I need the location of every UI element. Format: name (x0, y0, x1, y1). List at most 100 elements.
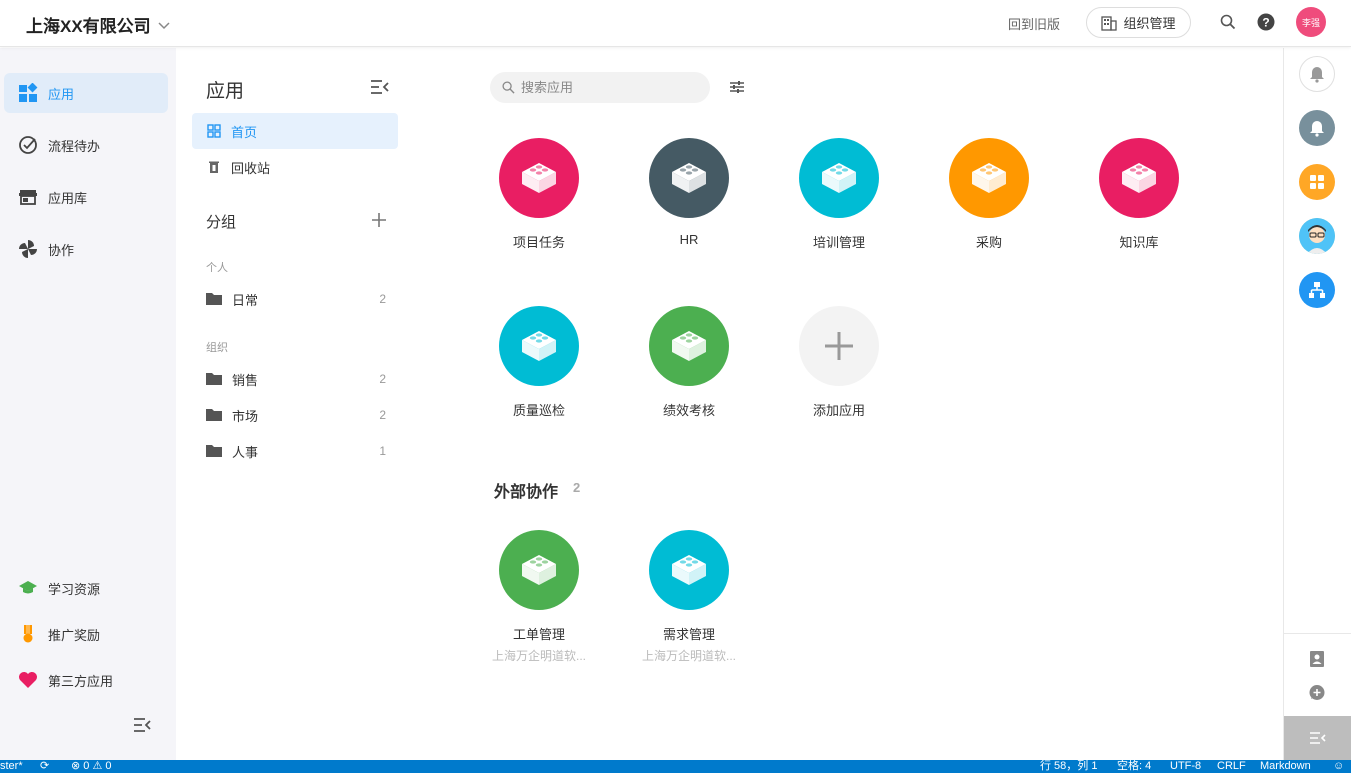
status-branch[interactable]: ster* (0, 760, 23, 773)
collapse-icon (1310, 732, 1326, 744)
collapse-sidebar-icon[interactable] (132, 715, 152, 735)
main-content: 项目任务 HR 培训管理 采购 知识库质量巡检 绩效考核 添加应用 外部协作 2 工单管理… (414, 48, 1283, 760)
external-app-tile[interactable]: 需求管理 上海万企明道软... (629, 530, 749, 664)
nav-item-label: 推广奖励 (48, 627, 101, 643)
chevron-down-icon (158, 21, 170, 29)
org-chart-icon (1309, 282, 1325, 298)
collapse-panel-icon[interactable] (370, 78, 390, 96)
nav-item-third-party-apps[interactable]: 第三方应用 (4, 660, 168, 700)
search-box[interactable] (490, 72, 710, 103)
personal-section-label: 个人 (206, 262, 228, 274)
app-tile[interactable]: 质量巡检 (479, 306, 599, 419)
app-name: 工单管理 (512, 627, 565, 642)
right-rail (1283, 48, 1351, 760)
apps-icon (19, 83, 38, 102)
back-to-old-version-link[interactable]: 回到旧版 (1008, 14, 1060, 33)
search-input[interactable] (521, 80, 691, 95)
app-tile[interactable]: 采购 (929, 138, 1049, 251)
company-name: 上海XX有限公司 (26, 17, 151, 36)
search-icon[interactable] (1218, 12, 1238, 32)
app-name: 项目任务 (512, 235, 565, 250)
app-name: 知识库 (1119, 235, 1159, 250)
app-name: 采购 (975, 235, 1002, 250)
status-language[interactable]: Markdown (1260, 760, 1311, 773)
plus-icon (825, 332, 853, 360)
contacts-icon[interactable] (1308, 650, 1326, 668)
app-name: 绩效考核 (662, 403, 715, 418)
external-app-tile[interactable]: 工单管理 上海万企明道软... (479, 530, 599, 664)
lego-brick-icon (1122, 163, 1156, 193)
help-icon[interactable]: ? (1256, 12, 1276, 32)
notification-toggle[interactable] (1299, 56, 1335, 92)
folder-icon (206, 293, 222, 305)
chat-add-icon[interactable] (1308, 684, 1326, 702)
app-name: 质量巡检 (512, 403, 565, 418)
nav-item-label: 应用 (48, 86, 75, 102)
folder-name: 市场 (232, 408, 259, 424)
folder-item[interactable]: 市场 2 (206, 405, 386, 425)
apps-shortcut-button[interactable] (1299, 164, 1335, 200)
graduation-cap-icon (19, 581, 37, 594)
panel-item-home[interactable]: 首页 (192, 113, 398, 149)
app-icon-circle (499, 138, 579, 218)
folder-count: 2 (379, 372, 386, 386)
nav-item-collaboration[interactable]: 协作 (4, 229, 168, 269)
user-avatar[interactable]: 李强 (1296, 7, 1326, 37)
lego-brick-icon (522, 331, 556, 361)
nav-item-app-library[interactable]: 应用库 (4, 177, 168, 217)
status-problems[interactable]: ⊗ 0 ⚠ 0 (71, 760, 111, 773)
app-name: 培训管理 (812, 235, 865, 250)
folder-name: 日常 (232, 292, 259, 308)
person-avatar-icon (1299, 218, 1335, 254)
rail-divider (1284, 633, 1351, 634)
bell-icon (1310, 121, 1324, 137)
app-icon-circle (499, 306, 579, 386)
add-group-icon[interactable] (371, 212, 387, 228)
org-manage-button[interactable]: 组织管理 (1086, 7, 1191, 38)
status-position[interactable]: 行 58，列 1 (1040, 760, 1097, 773)
grid-icon (1310, 175, 1324, 189)
status-indent[interactable]: 空格: 4 (1117, 760, 1151, 773)
check-circle-icon (19, 136, 37, 154)
medal-icon (23, 625, 33, 643)
grid-icon (207, 124, 221, 138)
building-icon (1101, 15, 1118, 31)
status-encoding[interactable]: UTF-8 (1170, 760, 1201, 773)
filter-settings-icon[interactable] (729, 79, 745, 95)
app-tile[interactable]: 绩效考核 (629, 306, 749, 419)
nav-item-workflow-todo[interactable]: 流程待办 (4, 125, 168, 165)
org-chart-button[interactable] (1299, 272, 1335, 308)
pinwheel-icon (19, 240, 37, 258)
app-icon-circle (1099, 138, 1179, 218)
folder-item[interactable]: 日常 2 (206, 289, 386, 309)
panel-item-recycle-bin[interactable]: 回收站 (192, 149, 398, 185)
nav-item-label: 流程待办 (48, 138, 101, 154)
sync-icon[interactable]: ⟳ (40, 760, 49, 773)
contact-avatar[interactable] (1299, 218, 1335, 254)
folder-icon (206, 373, 222, 385)
folder-item[interactable]: 人事 1 (206, 441, 386, 461)
top-bar: 上海XX有限公司 回到旧版 组织管理 ? 李强 (0, 0, 1351, 47)
app-icon-circle (649, 306, 729, 386)
nav-item-promotion-rewards[interactable]: 推广奖励 (4, 614, 168, 654)
search-icon (502, 81, 515, 94)
app-tile[interactable]: HR (629, 138, 749, 247)
status-eol[interactable]: CRLF (1217, 760, 1246, 773)
lego-brick-icon (672, 555, 706, 585)
folder-item[interactable]: 销售 2 (206, 369, 386, 389)
feedback-icon[interactable]: ☺ (1333, 760, 1344, 773)
messages-button[interactable] (1299, 110, 1335, 146)
company-switcher[interactable]: 上海XX有限公司 (26, 12, 171, 37)
collapse-rail-button[interactable] (1284, 716, 1351, 760)
app-tile[interactable]: 知识库 (1079, 138, 1199, 251)
status-bar: ster* ⟳ ⊗ 0 ⚠ 0 行 58，列 1 空格: 4 UTF-8 CRL… (0, 760, 1351, 773)
nav-item-apps[interactable]: 应用 (4, 73, 168, 113)
nav-item-learning-resources[interactable]: 学习资源 (4, 568, 168, 608)
app-tile[interactable]: 项目任务 (479, 138, 599, 251)
add-app-button[interactable]: 添加应用 (779, 306, 899, 419)
app-tile[interactable]: 培训管理 (779, 138, 899, 251)
nav-item-label: 协作 (48, 242, 75, 258)
folder-name: 销售 (232, 372, 259, 388)
panel-title: 应用 (206, 81, 245, 102)
app-icon-circle (499, 530, 579, 610)
